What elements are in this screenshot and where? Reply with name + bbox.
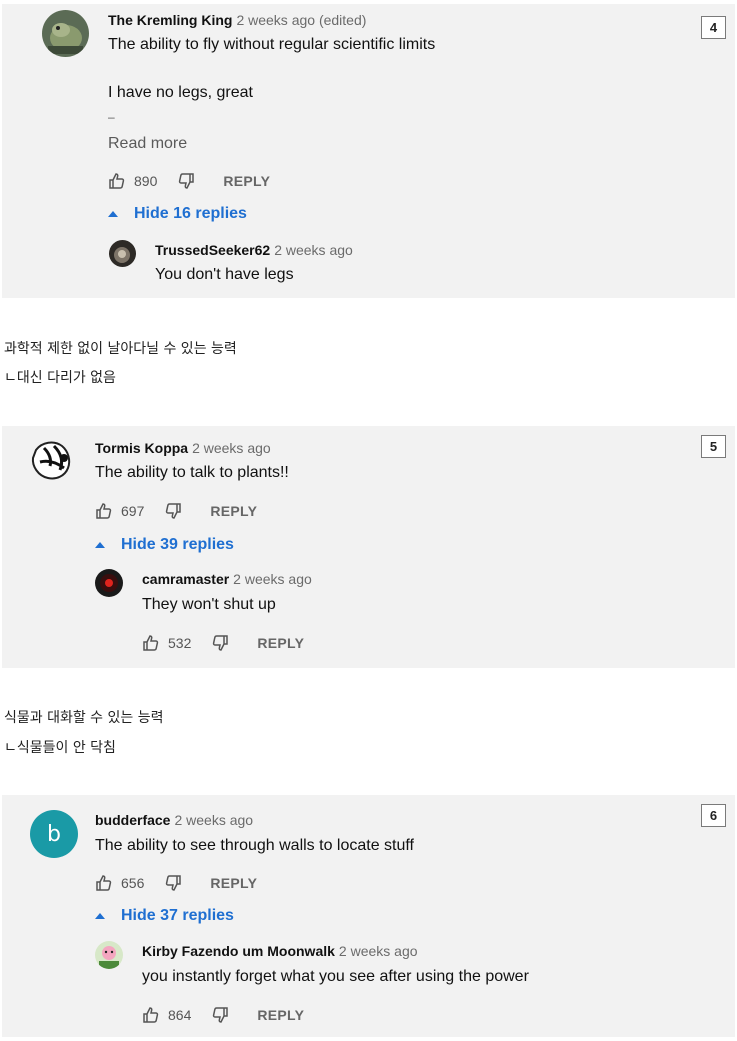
reply-author-name[interactable]: camramaster	[142, 571, 229, 587]
reply-text: They won't shut up	[142, 596, 276, 613]
reply-timestamp[interactable]: 2 weeks ago	[233, 571, 312, 587]
avatar[interactable]	[42, 10, 89, 57]
translation-line: ㄴ식물들이 안 닥침	[4, 740, 116, 756]
like-count: 532	[168, 635, 192, 651]
translation-line: 식물과 대화할 수 있는 능력	[4, 710, 164, 726]
translation-line: ㄴ대신 다리가 없음	[4, 370, 116, 386]
reply-text: you instantly forget what you see after …	[142, 968, 529, 985]
comment-actions: 656 REPLY	[95, 874, 257, 892]
reply-author-name[interactable]: TrussedSeeker62	[155, 242, 270, 258]
hide-replies-toggle[interactable]: Hide 39 replies	[95, 536, 234, 554]
rank-badge: 4	[701, 16, 726, 39]
rank-badge: 5	[701, 435, 726, 458]
comment-text: The ability to see through walls to loca…	[95, 837, 414, 854]
reply-actions: 532 REPLY	[142, 634, 304, 652]
reply-avatar[interactable]	[95, 941, 123, 969]
reply-author-name[interactable]: Kirby Fazendo um Moonwalk	[142, 943, 335, 959]
reply-timestamp[interactable]: 2 weeks ago	[339, 943, 418, 959]
reply-button[interactable]: REPLY	[257, 1007, 304, 1023]
author-name[interactable]: The Kremling King	[108, 12, 232, 28]
thumbs-down-icon[interactable]	[177, 172, 195, 190]
avatar[interactable]: b	[30, 810, 78, 858]
reply-actions: 864 REPLY	[142, 1006, 304, 1024]
collapse-triangle-icon	[108, 211, 118, 217]
timestamp[interactable]: 2 weeks ago	[192, 440, 271, 456]
comment-text: The ability to fly without regular scien…	[108, 36, 436, 53]
like-count: 890	[134, 173, 158, 189]
translation-line: 과학적 제한 없이 날아다닐 수 있는 능력	[4, 341, 237, 357]
reply-text: You don't have legs	[155, 266, 294, 283]
avatar-letter: b	[47, 821, 61, 847]
thumbs-up-icon[interactable]	[142, 634, 160, 652]
author-name[interactable]: budderface	[95, 812, 170, 828]
comment-card-1: 4 The Kremling King 2 weeks ago (edited) …	[2, 4, 735, 298]
reply-avatar[interactable]	[95, 569, 123, 597]
thumbs-up-icon[interactable]	[142, 1006, 160, 1024]
reply-meta: Kirby Fazendo um Moonwalk 2 weeks ago	[142, 943, 418, 959]
hide-replies-toggle[interactable]: Hide 16 replies	[108, 205, 247, 223]
reply-avatar[interactable]	[109, 240, 136, 267]
author-name[interactable]: Tormis Koppa	[95, 440, 188, 456]
toggle-label: Hide 16 replies	[134, 205, 247, 222]
reply-meta: camramaster 2 weeks ago	[142, 571, 312, 587]
reply-timestamp[interactable]: 2 weeks ago	[274, 242, 353, 258]
like-count: 656	[121, 875, 145, 891]
comment-actions: 890 REPLY	[108, 172, 270, 190]
comment-actions: 697 REPLY	[95, 502, 257, 520]
thumbs-down-icon[interactable]	[211, 634, 229, 652]
thumbs-down-icon[interactable]	[211, 1006, 229, 1024]
reply-button[interactable]: REPLY	[257, 635, 304, 651]
like-count: 864	[168, 1007, 192, 1023]
timestamp[interactable]: 2 weeks ago	[174, 812, 253, 828]
hide-replies-toggle[interactable]: Hide 37 replies	[95, 907, 234, 925]
comment-card-2: 5 Tormis Koppa 2 weeks ago The ability to…	[2, 426, 735, 668]
comment-text: I have no legs, great	[108, 84, 253, 101]
read-more-link[interactable]: Read more	[108, 135, 187, 153]
toggle-label: Hide 37 replies	[121, 907, 234, 924]
timestamp[interactable]: 2 weeks ago (edited)	[236, 12, 366, 28]
thumbs-down-icon[interactable]	[164, 874, 182, 892]
reply-button[interactable]: REPLY	[210, 875, 257, 891]
thumbs-down-icon[interactable]	[164, 502, 182, 520]
comment-text: –	[108, 110, 115, 124]
toggle-label: Hide 39 replies	[121, 536, 234, 553]
like-count: 697	[121, 503, 145, 519]
avatar[interactable]	[30, 436, 76, 482]
thumbs-up-icon[interactable]	[95, 874, 113, 892]
comment-card-3: 6 b budderface 2 weeks ago The ability to…	[2, 795, 735, 1037]
reply-button[interactable]: REPLY	[210, 503, 257, 519]
rank-badge: 6	[701, 804, 726, 827]
comment-text: The ability to talk to plants!!	[95, 464, 289, 481]
collapse-triangle-icon	[95, 913, 105, 919]
comment-meta: Tormis Koppa 2 weeks ago	[95, 440, 271, 456]
collapse-triangle-icon	[95, 542, 105, 548]
thumbs-up-icon[interactable]	[108, 172, 126, 190]
comment-meta: The Kremling King 2 weeks ago (edited)	[108, 12, 366, 28]
reply-button[interactable]: REPLY	[223, 173, 270, 189]
reply-meta: TrussedSeeker62 2 weeks ago	[155, 242, 353, 258]
comment-meta: budderface 2 weeks ago	[95, 812, 253, 828]
thumbs-up-icon[interactable]	[95, 502, 113, 520]
